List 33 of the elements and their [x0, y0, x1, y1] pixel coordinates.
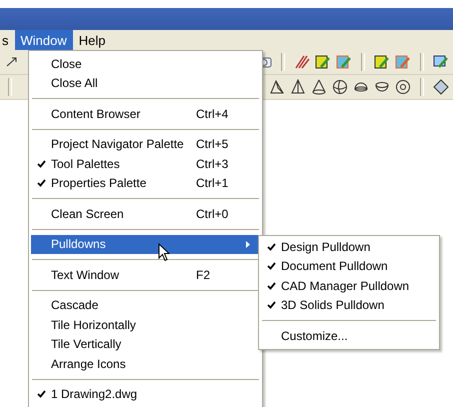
menu-item[interactable]: Cascade [31, 296, 260, 315]
sphere-icon[interactable] [332, 79, 348, 95]
cone-icon[interactable] [311, 79, 327, 95]
mouse-pointer-icon [158, 243, 170, 262]
menu-item[interactable]: Design Pulldown [261, 237, 437, 256]
menu-item[interactable]: 3D Solids Pulldown [261, 296, 437, 315]
menu-title[interactable]: Help [72, 30, 112, 50]
hatch-pencil-icon[interactable] [294, 54, 310, 70]
torus-icon[interactable] [395, 79, 411, 95]
menu-item[interactable]: Project Navigator Palette Ctrl+5 [31, 134, 260, 154]
pyramid-icon[interactable] [290, 79, 306, 95]
menu-item[interactable]: Clean Screen Ctrl+0 [31, 204, 260, 224]
menu-title[interactable]: s [0, 30, 14, 50]
menu-item[interactable]: Properties Palette Ctrl+1 [31, 174, 260, 193]
menu-item[interactable]: Customize... [261, 326, 437, 346]
menu-item[interactable]: Tile Vertically [31, 334, 260, 354]
menu-item[interactable]: Tile Horizontally [31, 315, 260, 334]
menu-item[interactable]: Pulldowns [31, 234, 260, 254]
wedge-icon[interactable] [269, 79, 285, 95]
pencil-icon[interactable] [315, 54, 331, 70]
menu-item[interactable]: Tool Palettes Ctrl+3 [31, 154, 260, 174]
menu-item[interactable]: 1 Drawing2.dwg [31, 384, 260, 404]
pencil-icon[interactable] [374, 54, 390, 70]
menu-item[interactable]: Close [31, 54, 260, 74]
pencil-icon[interactable] [433, 54, 449, 70]
menu-item[interactable]: Content Browser Ctrl+4 [31, 104, 260, 124]
menu-title[interactable]: Window [14, 30, 73, 50]
menu-item[interactable]: Document Pulldown [261, 256, 437, 276]
menu-item[interactable]: CAD Manager Pulldown [261, 276, 437, 296]
menu-item[interactable]: Arrange Icons [31, 354, 260, 374]
menu-item[interactable]: Text Window F2 [31, 265, 260, 284]
diamond-icon[interactable] [433, 79, 449, 95]
menu-item[interactable]: Close All [31, 74, 260, 93]
